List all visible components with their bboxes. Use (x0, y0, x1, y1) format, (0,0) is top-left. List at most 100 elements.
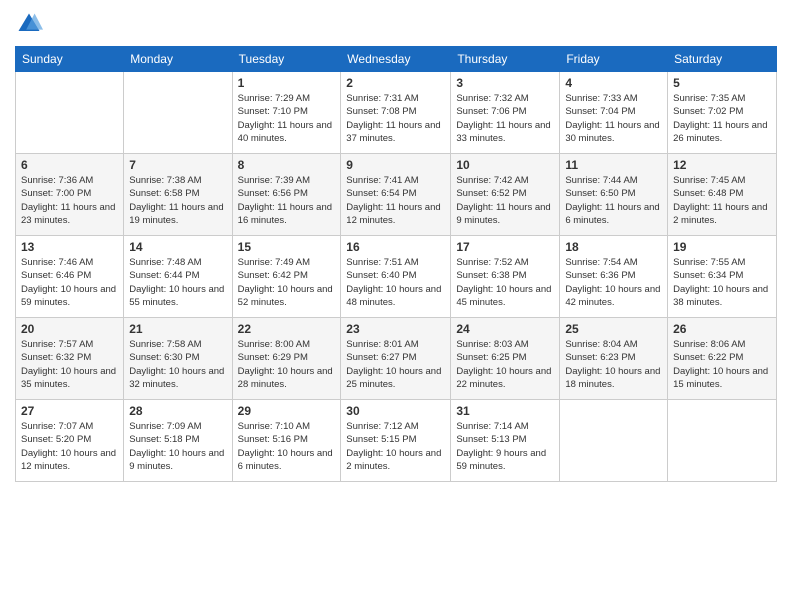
cell-text: Sunset: 6:58 PM (129, 187, 226, 200)
day-number: 24 (456, 322, 554, 336)
cell-text: Daylight: 11 hours and 40 minutes. (238, 119, 336, 146)
day-number: 29 (238, 404, 336, 418)
week-row-4: 27Sunrise: 7:07 AMSunset: 5:20 PMDayligh… (16, 400, 777, 482)
cell-text: Sunset: 6:36 PM (565, 269, 662, 282)
cell-text: Sunrise: 7:55 AM (673, 256, 771, 269)
calendar-cell: 22Sunrise: 8:00 AMSunset: 6:29 PMDayligh… (232, 318, 341, 400)
cell-text: Sunset: 6:44 PM (129, 269, 226, 282)
day-header-saturday: Saturday (668, 47, 777, 72)
day-number: 3 (456, 76, 554, 90)
day-number: 30 (346, 404, 445, 418)
calendar-table: SundayMondayTuesdayWednesdayThursdayFrid… (15, 46, 777, 482)
calendar-cell: 26Sunrise: 8:06 AMSunset: 6:22 PMDayligh… (668, 318, 777, 400)
cell-text: Sunset: 6:30 PM (129, 351, 226, 364)
calendar-cell: 7Sunrise: 7:38 AMSunset: 6:58 PMDaylight… (124, 154, 232, 236)
calendar-cell (668, 400, 777, 482)
day-number: 10 (456, 158, 554, 172)
cell-text: Daylight: 11 hours and 37 minutes. (346, 119, 445, 146)
day-number: 31 (456, 404, 554, 418)
calendar-cell: 5 Sunrise: 7:35 AMSunset: 7:02 PMDaylight… (668, 72, 777, 154)
week-row-1: 6Sunrise: 7:36 AMSunset: 7:00 PMDaylight… (16, 154, 777, 236)
cell-text: Sunset: 6:27 PM (346, 351, 445, 364)
calendar-cell: 18Sunrise: 7:54 AMSunset: 6:36 PMDayligh… (560, 236, 668, 318)
cell-text: Sunrise: 7:35 AM (673, 92, 771, 105)
cell-text: Daylight: 11 hours and 12 minutes. (346, 201, 445, 228)
day-number: 7 (129, 158, 226, 172)
calendar-cell: 24Sunrise: 8:03 AMSunset: 6:25 PMDayligh… (451, 318, 560, 400)
cell-text: Daylight: 10 hours and 25 minutes. (346, 365, 445, 392)
calendar-cell: 17Sunrise: 7:52 AMSunset: 6:38 PMDayligh… (451, 236, 560, 318)
cell-text: Sunset: 7:02 PM (673, 105, 771, 118)
header (15, 10, 777, 38)
cell-text: Sunset: 5:18 PM (129, 433, 226, 446)
calendar-cell (560, 400, 668, 482)
cell-text: Daylight: 10 hours and 2 minutes. (346, 447, 445, 474)
day-header-friday: Friday (560, 47, 668, 72)
day-number: 5 (673, 76, 771, 90)
day-number: 22 (238, 322, 336, 336)
cell-text: Daylight: 10 hours and 38 minutes. (673, 283, 771, 310)
calendar-cell: 28Sunrise: 7:09 AMSunset: 5:18 PMDayligh… (124, 400, 232, 482)
day-number: 26 (673, 322, 771, 336)
cell-text: Daylight: 10 hours and 12 minutes. (21, 447, 118, 474)
cell-text: Sunrise: 8:06 AM (673, 338, 771, 351)
cell-text: Sunset: 6:38 PM (456, 269, 554, 282)
day-number: 6 (21, 158, 118, 172)
day-header-thursday: Thursday (451, 47, 560, 72)
cell-text: Sunset: 6:40 PM (346, 269, 445, 282)
cell-text: Daylight: 11 hours and 26 minutes. (673, 119, 771, 146)
cell-text: Sunrise: 7:41 AM (346, 174, 445, 187)
calendar-cell: 14Sunrise: 7:48 AMSunset: 6:44 PMDayligh… (124, 236, 232, 318)
cell-text: Daylight: 10 hours and 32 minutes. (129, 365, 226, 392)
day-number: 20 (21, 322, 118, 336)
cell-text: Sunset: 6:23 PM (565, 351, 662, 364)
day-number: 21 (129, 322, 226, 336)
cell-text: Sunset: 6:22 PM (673, 351, 771, 364)
cell-text: Daylight: 10 hours and 6 minutes. (238, 447, 336, 474)
cell-text: Sunset: 6:34 PM (673, 269, 771, 282)
cell-text: Sunrise: 7:38 AM (129, 174, 226, 187)
day-number: 2 (346, 76, 445, 90)
calendar-cell (124, 72, 232, 154)
cell-text: Sunrise: 7:29 AM (238, 92, 336, 105)
cell-text: Sunset: 5:20 PM (21, 433, 118, 446)
cell-text: Sunset: 6:50 PM (565, 187, 662, 200)
day-number: 13 (21, 240, 118, 254)
day-header-monday: Monday (124, 47, 232, 72)
calendar-cell: 8Sunrise: 7:39 AMSunset: 6:56 PMDaylight… (232, 154, 341, 236)
cell-text: Sunrise: 7:14 AM (456, 420, 554, 433)
calendar-cell: 9Sunrise: 7:41 AMSunset: 6:54 PMDaylight… (341, 154, 451, 236)
cell-text: Sunrise: 7:39 AM (238, 174, 336, 187)
cell-text: Sunrise: 8:04 AM (565, 338, 662, 351)
cell-text: Sunset: 7:10 PM (238, 105, 336, 118)
calendar-cell: 25Sunrise: 8:04 AMSunset: 6:23 PMDayligh… (560, 318, 668, 400)
calendar-cell: 23 Sunrise: 8:01 AMSunset: 6:27 PMDayligh… (341, 318, 451, 400)
page: SundayMondayTuesdayWednesdayThursdayFrid… (0, 0, 792, 612)
cell-text: Sunrise: 7:33 AM (565, 92, 662, 105)
calendar-cell: 16Sunrise: 7:51 AMSunset: 6:40 PMDayligh… (341, 236, 451, 318)
cell-text: Sunset: 6:32 PM (21, 351, 118, 364)
cell-text: Sunrise: 7:51 AM (346, 256, 445, 269)
calendar-cell: 2Sunrise: 7:31 AMSunset: 7:08 PMDaylight… (341, 72, 451, 154)
cell-text: Sunset: 5:15 PM (346, 433, 445, 446)
logo-icon (15, 10, 43, 38)
day-header-wednesday: Wednesday (341, 47, 451, 72)
day-number: 18 (565, 240, 662, 254)
cell-text: Sunset: 7:00 PM (21, 187, 118, 200)
week-row-3: 20Sunrise: 7:57 AMSunset: 6:32 PMDayligh… (16, 318, 777, 400)
cell-text: Sunset: 5:16 PM (238, 433, 336, 446)
cell-text: Sunset: 6:29 PM (238, 351, 336, 364)
cell-text: Daylight: 10 hours and 35 minutes. (21, 365, 118, 392)
calendar-cell: 11Sunrise: 7:44 AMSunset: 6:50 PMDayligh… (560, 154, 668, 236)
day-number: 12 (673, 158, 771, 172)
cell-text: Sunrise: 7:31 AM (346, 92, 445, 105)
calendar-cell: 15Sunrise: 7:49 AMSunset: 6:42 PMDayligh… (232, 236, 341, 318)
day-number: 23 (346, 322, 445, 336)
cell-text: Sunrise: 7:44 AM (565, 174, 662, 187)
calendar-cell: 12Sunrise: 7:45 AMSunset: 6:48 PMDayligh… (668, 154, 777, 236)
cell-text: Sunset: 6:56 PM (238, 187, 336, 200)
day-number: 19 (673, 240, 771, 254)
cell-text: Sunrise: 7:45 AM (673, 174, 771, 187)
calendar-cell: 1Sunrise: 7:29 AMSunset: 7:10 PMDaylight… (232, 72, 341, 154)
cell-text: Sunrise: 8:01 AM (346, 338, 445, 351)
